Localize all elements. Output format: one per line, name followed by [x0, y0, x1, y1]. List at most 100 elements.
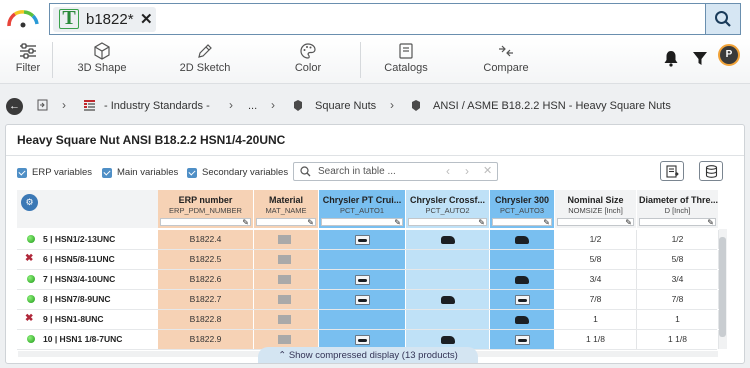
erp-variables-checkbox[interactable]: ERP variables [17, 167, 92, 178]
thread-diameter-cell[interactable]: 1/2 [637, 230, 719, 249]
material-cell[interactable] [254, 290, 319, 309]
search-input[interactable]: T b1822* ✕ [49, 3, 705, 35]
thread-diameter-cell[interactable]: 5/8 [637, 250, 719, 269]
funnel-filter-icon[interactable] [692, 50, 708, 67]
column-filter-input[interactable]: ✎ [321, 218, 403, 227]
erp-number-cell[interactable]: B1822.4 [158, 230, 254, 249]
column-header[interactable]: ERP number ERP_PDM_NUMBER ✎ [158, 190, 254, 228]
export-table-button[interactable] [660, 161, 684, 181]
table-row[interactable]: 9 | HSN1-8UNCB1822.8 11 [17, 309, 719, 330]
chrysler-pt-cruiser-cell[interactable] [319, 250, 406, 269]
row-label[interactable]: 6 | HSN5/8-11UNC [17, 249, 158, 269]
erp-number-cell[interactable]: B1822.9 [158, 330, 254, 349]
nominal-size-cell[interactable]: 7/8 [555, 290, 637, 309]
chrysler-pt-cruiser-cell[interactable] [319, 310, 406, 329]
chrysler-300-cell[interactable] [490, 310, 555, 329]
material-cell[interactable] [254, 310, 319, 329]
chrysler-300-cell[interactable] [490, 230, 555, 249]
chrysler-crossfire-cell[interactable] [406, 270, 490, 289]
breadcrumb-item-ellipsis[interactable]: ... [248, 100, 257, 112]
search-button[interactable] [705, 3, 741, 35]
thread-diameter-cell[interactable]: 1 1/8 [637, 330, 719, 349]
thread-diameter-cell[interactable]: 1 [637, 310, 719, 329]
chrysler-crossfire-cell[interactable] [406, 250, 490, 269]
search-chip[interactable]: T b1822* ✕ [53, 7, 156, 32]
chrysler-pt-cruiser-cell[interactable] [319, 270, 406, 289]
nominal-size-cell[interactable]: 1/2 [555, 230, 637, 249]
row-label[interactable]: 5 | HSN1/2-13UNC [17, 230, 158, 249]
chrysler-300-cell[interactable] [490, 330, 555, 349]
thread-diameter-cell[interactable]: 3/4 [637, 270, 719, 289]
table-row[interactable]: 7 | HSN3/4-10UNC B1822.6 3/4 3/4 [17, 270, 719, 290]
erp-number-cell[interactable]: B1822.6 [158, 270, 254, 289]
nominal-size-cell[interactable]: 1 [555, 310, 637, 329]
home-folder-icon[interactable] [37, 99, 48, 111]
table-search-input[interactable]: Search in table ... ‹ › ✕ [293, 162, 498, 181]
next-result-icon[interactable]: › [465, 164, 469, 178]
material-cell[interactable] [254, 250, 319, 269]
column-filter-input[interactable]: ✎ [492, 218, 552, 227]
secondary-variables-checkbox[interactable]: Secondary variables [187, 167, 288, 178]
material-cell[interactable] [254, 230, 319, 249]
column-header[interactable]: Diameter of Thre... D [Inch] ✎ [637, 190, 719, 228]
column-filter-input[interactable]: ✎ [160, 218, 251, 227]
compare-button[interactable]: Compare [474, 40, 538, 80]
row-label[interactable]: 8 | HSN7/8-9UNC [17, 290, 158, 309]
bell-icon[interactable] [663, 50, 679, 67]
chrysler-crossfire-cell[interactable] [406, 230, 490, 249]
chrysler-pt-cruiser-cell[interactable] [319, 290, 406, 309]
pencil-icon[interactable]: ✎ [625, 218, 632, 227]
database-button[interactable] [699, 161, 723, 181]
row-label[interactable]: 7 | HSN3/4-10UNC [17, 270, 158, 289]
row-label[interactable]: 9 | HSN1-8UNC [17, 309, 158, 329]
column-header[interactable]: Chrysler PT Crui... PCT_AUTO1 ✎ [319, 190, 406, 228]
previous-result-icon[interactable]: ‹ [446, 164, 450, 178]
column-header[interactable]: Chrysler 300 PCT_AUTO3 ✎ [490, 190, 555, 228]
column-settings-icon[interactable]: ⚙ [21, 194, 38, 211]
pencil-icon[interactable]: ✎ [307, 218, 314, 227]
chrysler-300-cell[interactable] [490, 270, 555, 289]
user-avatar[interactable]: P [718, 44, 740, 66]
color-button[interactable]: Color [276, 40, 340, 80]
nominal-size-cell[interactable]: 5/8 [555, 250, 637, 269]
3d-shape-button[interactable]: 3D Shape [70, 40, 134, 80]
chrysler-300-cell[interactable] [490, 290, 555, 309]
pencil-icon[interactable]: ✎ [543, 218, 550, 227]
column-filter-input[interactable]: ✎ [639, 218, 716, 227]
erp-number-cell[interactable]: B1822.5 [158, 250, 254, 269]
erp-number-cell[interactable]: B1822.7 [158, 290, 254, 309]
table-row[interactable]: 6 | HSN5/8-11UNCB1822.5 5/85/8 [17, 249, 719, 270]
pencil-icon[interactable]: ✎ [242, 218, 249, 227]
breadcrumb-item-square-nuts[interactable]: Square Nuts [315, 100, 376, 112]
chrysler-300-cell[interactable] [490, 250, 555, 269]
breadcrumb-item-industry-standards[interactable]: - Industry Standards - [104, 100, 210, 112]
column-header[interactable]: Nominal Size NOMSIZE [Inch] ✎ [555, 190, 637, 228]
back-arrow-icon[interactable]: ← [6, 98, 23, 115]
chrysler-crossfire-cell[interactable] [406, 310, 490, 329]
table-row[interactable]: 8 | HSN7/8-9UNC B1822.7 7/8 7/8 [17, 290, 719, 310]
nominal-size-cell[interactable]: 1 1/8 [555, 330, 637, 349]
table-row[interactable]: 5 | HSN1/2-13UNC B1822.4 1/2 1/2 [17, 230, 719, 250]
2d-sketch-button[interactable]: 2D Sketch [173, 40, 237, 80]
pencil-icon[interactable]: ✎ [707, 218, 714, 227]
thread-diameter-cell[interactable]: 7/8 [637, 290, 719, 309]
nominal-size-cell[interactable]: 3/4 [555, 270, 637, 289]
pencil-icon[interactable]: ✎ [478, 218, 485, 227]
erp-number-cell[interactable]: B1822.8 [158, 310, 254, 329]
row-label[interactable]: 10 | HSN1 1/8-7UNC [17, 330, 158, 349]
filter-button[interactable]: Filter [10, 40, 46, 80]
material-cell[interactable] [254, 270, 319, 289]
app-logo-icon[interactable] [6, 8, 40, 30]
clear-search-icon[interactable]: ✕ [483, 164, 492, 177]
pencil-icon[interactable]: ✎ [394, 218, 401, 227]
chrysler-crossfire-cell[interactable] [406, 290, 490, 309]
column-header[interactable]: Chrysler Crossf... PCT_AUTO2 ✎ [406, 190, 490, 228]
chrysler-pt-cruiser-cell[interactable] [319, 230, 406, 249]
column-filter-input[interactable]: ✎ [557, 218, 634, 227]
column-header[interactable]: Material MAT_NAME ✎ [254, 190, 319, 228]
catalogs-button[interactable]: Catalogs [374, 40, 438, 80]
column-filter-input[interactable]: ✎ [408, 218, 487, 227]
show-compressed-display-button[interactable]: ⌃ Show compressed display (13 products) [258, 347, 478, 363]
close-icon[interactable]: ✕ [140, 10, 153, 28]
column-filter-input[interactable]: ✎ [256, 218, 316, 227]
